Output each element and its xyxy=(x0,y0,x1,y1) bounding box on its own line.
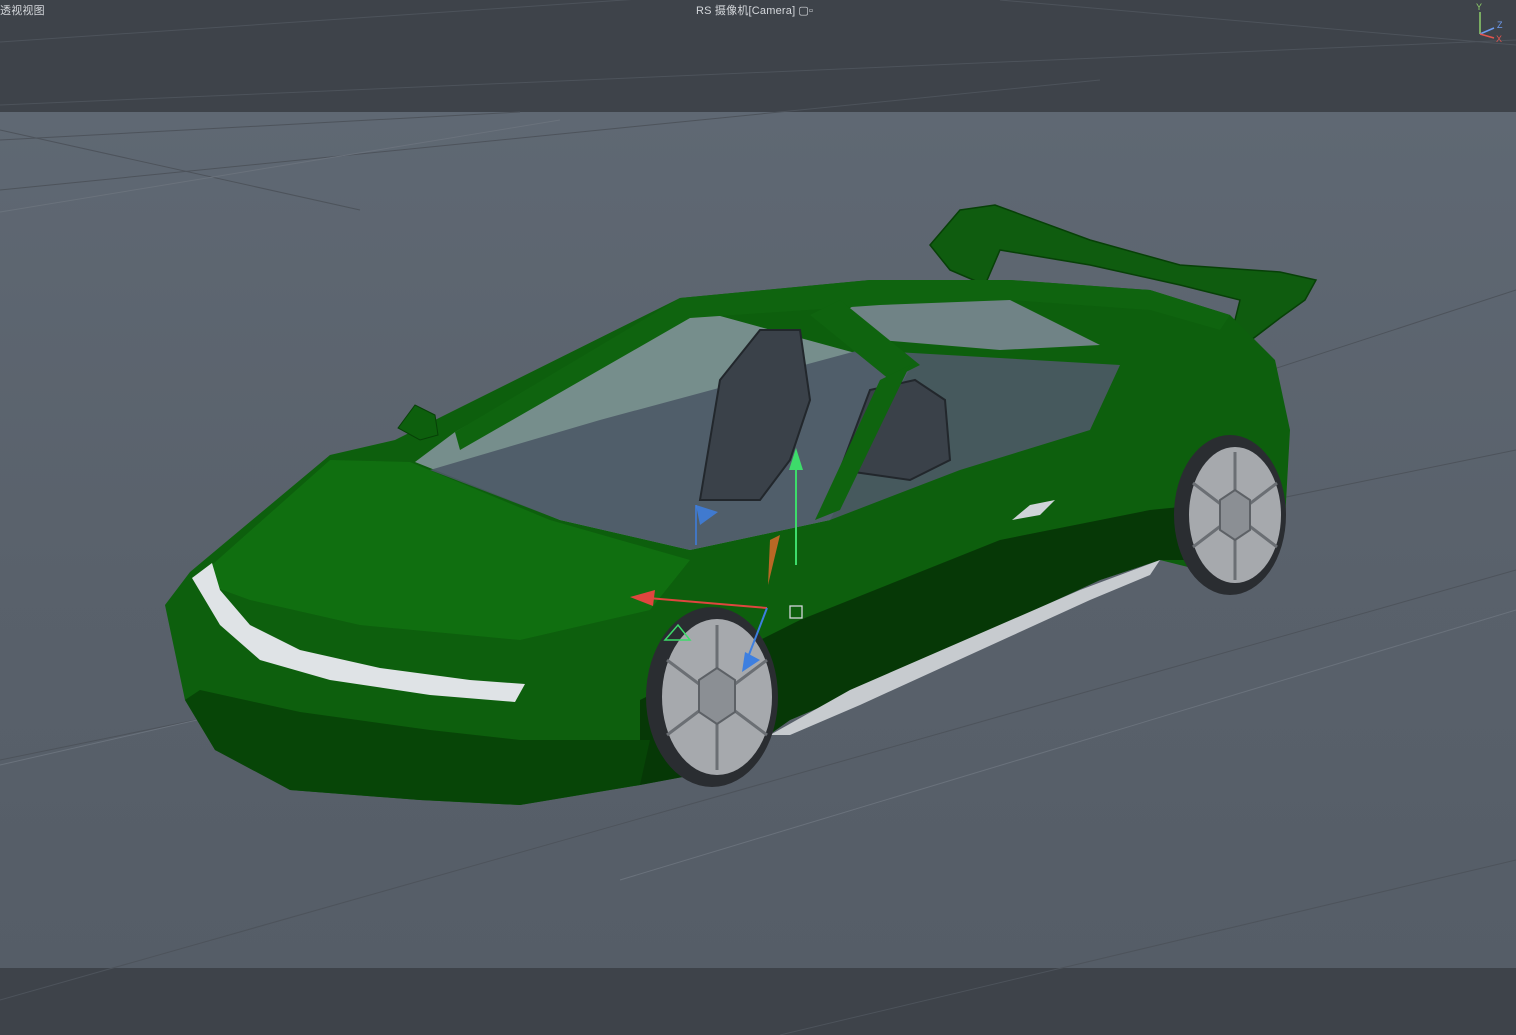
3d-viewport[interactable]: 透视视图 RS 摄像机[Camera] ▢▫ Y Z X xyxy=(0,0,1516,1035)
car-model xyxy=(165,204,1318,805)
axis-x-label: X xyxy=(1496,34,1503,44)
view-name-label: 透视视图 xyxy=(0,5,45,17)
camera-link-icon[interactable]: ▢▫ xyxy=(798,5,813,17)
viewport-scene[interactable] xyxy=(0,0,1516,1035)
side-mirror xyxy=(397,404,439,441)
front-wheel xyxy=(646,607,778,787)
axis-orientation-gizmo[interactable]: Y Z X xyxy=(1470,2,1510,44)
camera-label-text: RS 摄像机[Camera] xyxy=(696,5,796,17)
axis-z-label: Z xyxy=(1497,20,1503,30)
axis-y-label: Y xyxy=(1476,2,1483,12)
camera-label[interactable]: RS 摄像机[Camera] ▢▫ xyxy=(696,2,813,18)
rear-wheel xyxy=(1174,435,1286,595)
